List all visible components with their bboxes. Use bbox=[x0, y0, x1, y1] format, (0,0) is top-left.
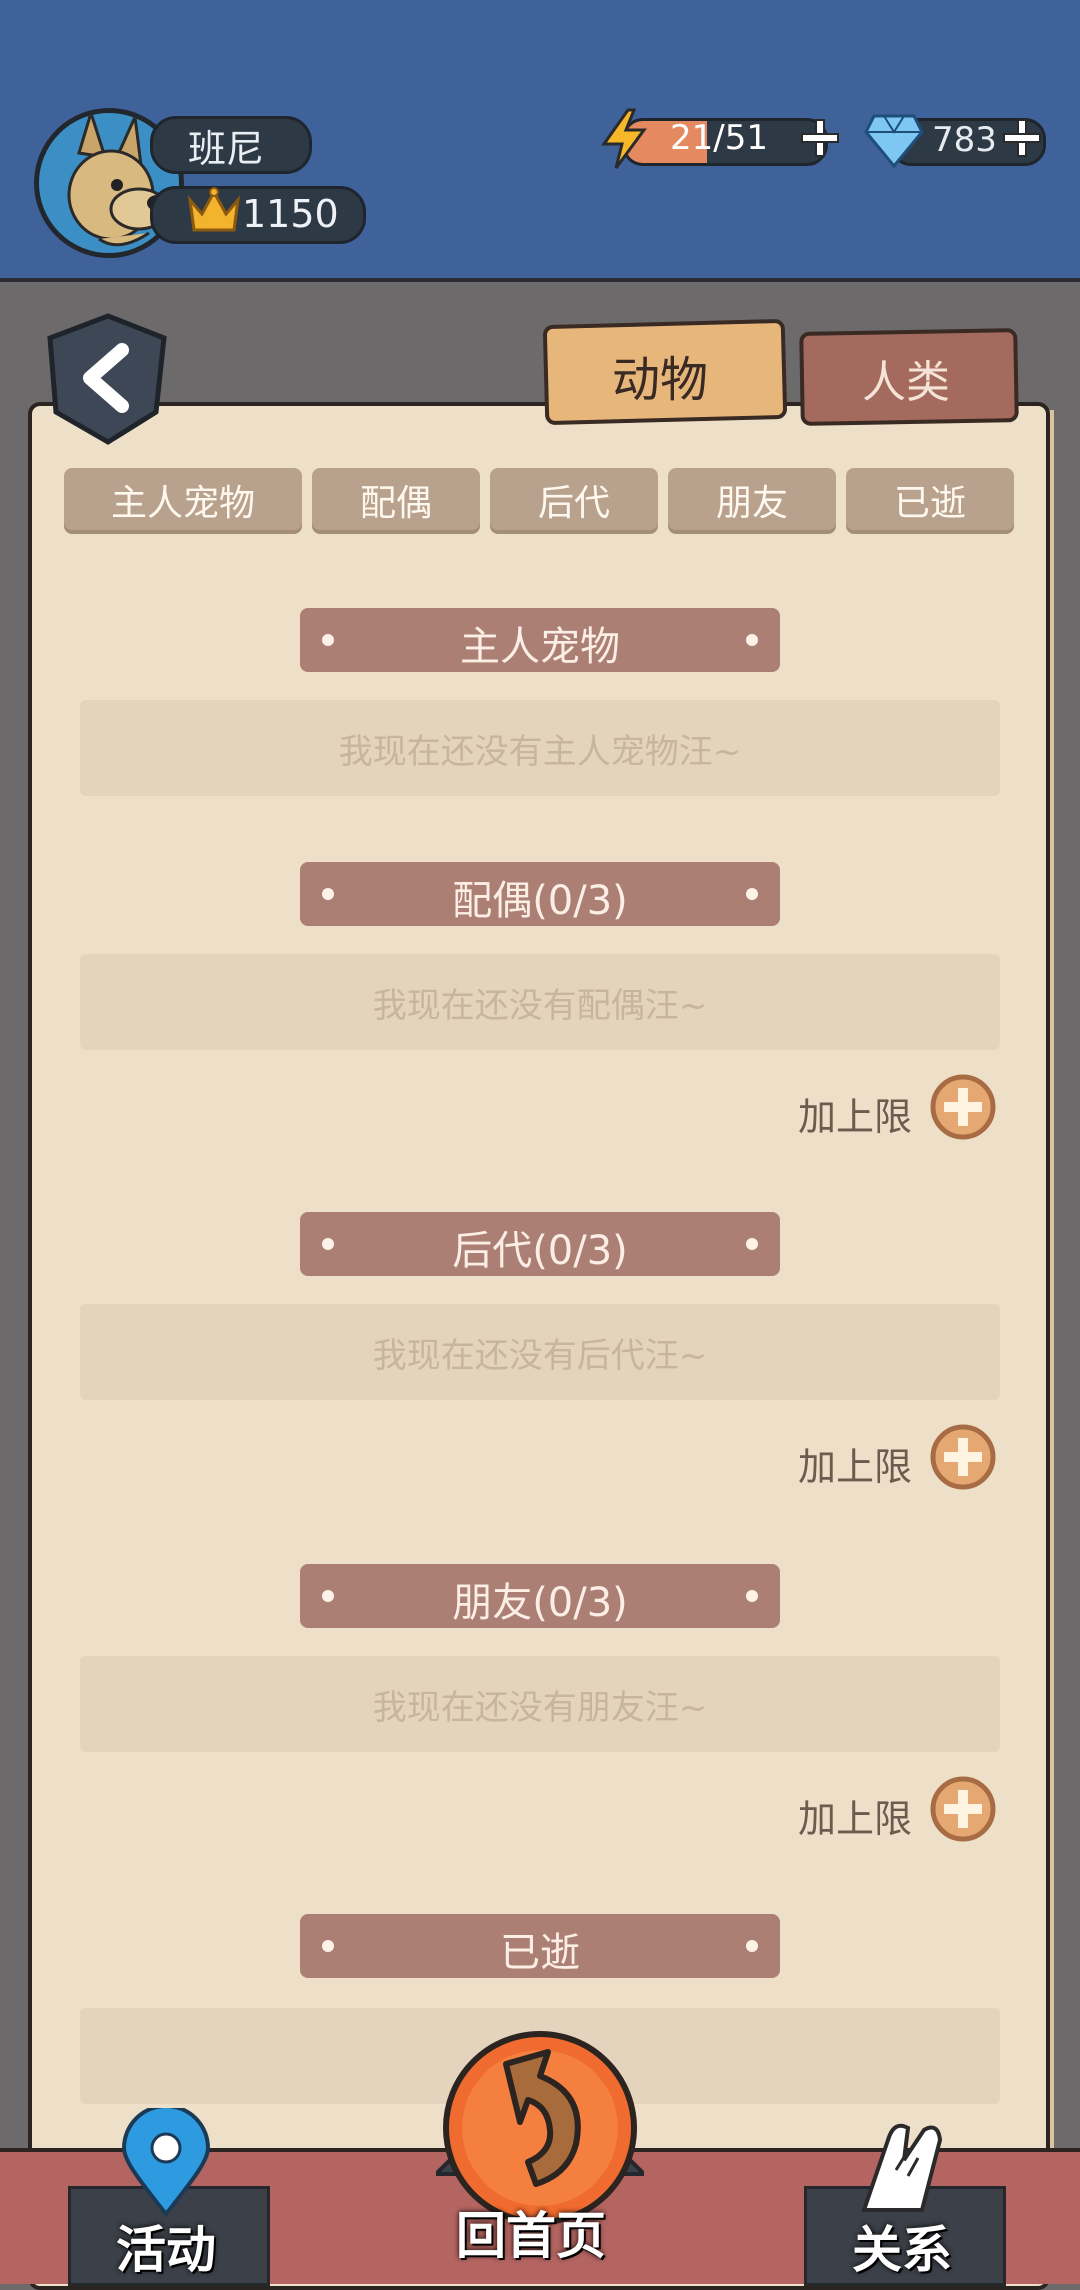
offspring-empty-text: 我现在还没有后代汪~ bbox=[372, 1336, 708, 1376]
spouse-add-limit-button[interactable] bbox=[930, 1074, 996, 1140]
tab-animal-label: 动物 bbox=[612, 352, 709, 408]
energy-value: 21/51 bbox=[670, 118, 768, 158]
section-title-offspring: 后代(0/3) bbox=[452, 1228, 628, 1274]
owner-pet-empty-text: 我现在还没有主人宠物汪~ bbox=[338, 732, 742, 772]
spouse-add-limit-label: 加上限 bbox=[798, 1095, 913, 1139]
subtab-offspring-label: 后代 bbox=[537, 483, 610, 524]
player-name: 班尼 bbox=[188, 127, 265, 171]
crown-icon bbox=[186, 186, 242, 236]
plus-icon bbox=[1003, 119, 1041, 157]
subtab-deceased-label: 已逝 bbox=[893, 483, 966, 524]
handshake-icon[interactable] bbox=[844, 2110, 954, 2220]
subtab-friends-label: 朋友 bbox=[715, 483, 788, 524]
diamond-icon bbox=[864, 112, 924, 169]
plus-icon bbox=[930, 1424, 996, 1490]
back-button[interactable] bbox=[46, 312, 170, 446]
subtab-spouse-label: 配偶 bbox=[359, 483, 432, 524]
back-arrow-icon bbox=[47, 313, 167, 445]
section-title-friends: 朋友(0/3) bbox=[452, 1580, 628, 1626]
section-title-spouse: 配偶(0/3) bbox=[452, 878, 628, 924]
friends-add-limit-label: 加上限 bbox=[798, 1797, 913, 1841]
section-title-deceased: 已逝 bbox=[500, 1930, 580, 1976]
score-value: 1150 bbox=[242, 192, 339, 236]
home-nav-label: 回首页 bbox=[456, 2207, 606, 2265]
offspring-add-limit-label: 加上限 bbox=[798, 1445, 913, 1489]
plus-icon bbox=[801, 119, 839, 157]
relation-nav-label: 关系 bbox=[852, 2221, 952, 2279]
section-title-owner-pet: 主人宠物 bbox=[460, 624, 620, 670]
tab-human-label: 人类 bbox=[862, 357, 950, 408]
add-gems-button[interactable] bbox=[1002, 118, 1042, 158]
gem-value: 783 bbox=[932, 120, 997, 160]
subtab-owner-pet-label: 主人宠物 bbox=[110, 483, 255, 524]
friends-empty-text: 我现在还没有朋友汪~ bbox=[372, 1688, 708, 1728]
add-energy-button[interactable] bbox=[800, 118, 840, 158]
activity-nav-label: 活动 bbox=[116, 2221, 216, 2279]
lightning-icon bbox=[598, 108, 650, 170]
plus-icon bbox=[930, 1074, 996, 1140]
plus-icon bbox=[930, 1776, 996, 1842]
map-pin-icon[interactable] bbox=[116, 2104, 216, 2218]
offspring-add-limit-button[interactable] bbox=[930, 1424, 996, 1490]
spouse-empty-text: 我现在还没有配偶汪~ bbox=[372, 986, 708, 1026]
friends-add-limit-button[interactable] bbox=[930, 1776, 996, 1842]
